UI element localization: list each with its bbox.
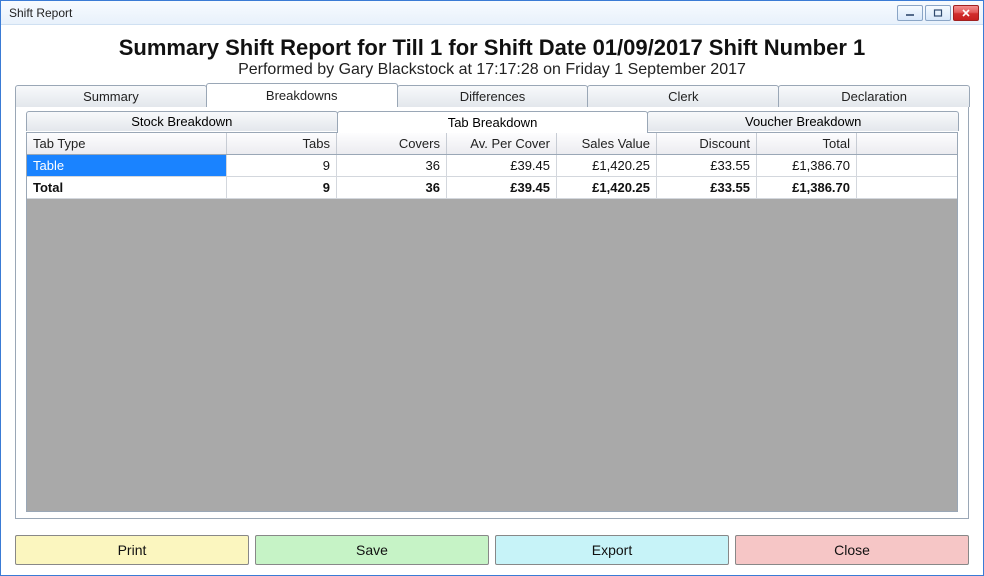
cell-tab-type: Table (27, 155, 227, 176)
col-tabs[interactable]: Tabs (227, 133, 337, 154)
report-title: Summary Shift Report for Till 1 for Shif… (15, 35, 969, 61)
total-discount: £33.55 (657, 177, 757, 198)
window-frame: Shift Report Summary Shift Report for Ti… (0, 0, 984, 576)
minimize-button[interactable] (897, 5, 923, 21)
total-avg: £39.45 (447, 177, 557, 198)
col-discount[interactable]: Discount (657, 133, 757, 154)
cell-tabs: 9 (227, 155, 337, 176)
subtab-tab-breakdown[interactable]: Tab Breakdown (337, 111, 649, 133)
main-tabstrip: Summary Breakdowns Differences Clerk Dec… (15, 83, 969, 107)
minimize-icon (905, 9, 915, 17)
total-sales: £1,420.25 (557, 177, 657, 198)
window-title: Shift Report (9, 6, 897, 20)
tabpanel-breakdowns: Stock Breakdown Tab Breakdown Voucher Br… (15, 106, 969, 519)
table-total-row: Total 9 36 £39.45 £1,420.25 £33.55 £1,38… (27, 177, 957, 199)
subtab-stock-breakdown[interactable]: Stock Breakdown (26, 111, 338, 131)
cell-covers: 36 (337, 155, 447, 176)
tab-summary[interactable]: Summary (15, 85, 207, 107)
maximize-icon (933, 9, 943, 17)
tab-breakdowns[interactable]: Breakdowns (206, 83, 398, 107)
total-covers: 36 (337, 177, 447, 198)
close-window-button[interactable] (953, 5, 979, 21)
titlebar: Shift Report (1, 1, 983, 25)
tab-differences[interactable]: Differences (397, 85, 589, 107)
breakdown-grid: Tab Type Tabs Covers Av. Per Cover Sales… (27, 133, 957, 199)
col-avg-per-cover[interactable]: Av. Per Cover (447, 133, 557, 154)
col-sales-value[interactable]: Sales Value (557, 133, 657, 154)
total-total: £1,386.70 (757, 177, 857, 198)
cell-avg: £39.45 (447, 155, 557, 176)
grid-header: Tab Type Tabs Covers Av. Per Cover Sales… (27, 133, 957, 155)
report-subtitle: Performed by Gary Blackstock at 17:17:28… (15, 61, 969, 79)
cell-total: £1,386.70 (757, 155, 857, 176)
maximize-button[interactable] (925, 5, 951, 21)
footer-buttons: Print Save Export Close (1, 529, 983, 575)
total-label: Total (27, 177, 227, 198)
col-total[interactable]: Total (757, 133, 857, 154)
cell-sales: £1,420.25 (557, 155, 657, 176)
close-icon (961, 9, 971, 17)
col-covers[interactable]: Covers (337, 133, 447, 154)
subpanel-tab-breakdown: Tab Type Tabs Covers Av. Per Cover Sales… (26, 132, 958, 512)
grid-body: Table 9 36 £39.45 £1,420.25 £33.55 £1,38… (27, 155, 957, 199)
sub-tabstrip: Stock Breakdown Tab Breakdown Voucher Br… (20, 111, 964, 133)
total-tabs: 9 (227, 177, 337, 198)
col-tab-type[interactable]: Tab Type (27, 133, 227, 154)
print-button[interactable]: Print (15, 535, 249, 565)
window-controls (897, 5, 979, 21)
table-row[interactable]: Table 9 36 £39.45 £1,420.25 £33.55 £1,38… (27, 155, 957, 177)
export-button[interactable]: Export (495, 535, 729, 565)
subtab-voucher-breakdown[interactable]: Voucher Breakdown (647, 111, 959, 131)
close-button[interactable]: Close (735, 535, 969, 565)
tab-declaration[interactable]: Declaration (778, 85, 970, 107)
content-area: Summary Shift Report for Till 1 for Shif… (1, 25, 983, 529)
tab-clerk[interactable]: Clerk (587, 85, 779, 107)
save-button[interactable]: Save (255, 535, 489, 565)
cell-discount: £33.55 (657, 155, 757, 176)
